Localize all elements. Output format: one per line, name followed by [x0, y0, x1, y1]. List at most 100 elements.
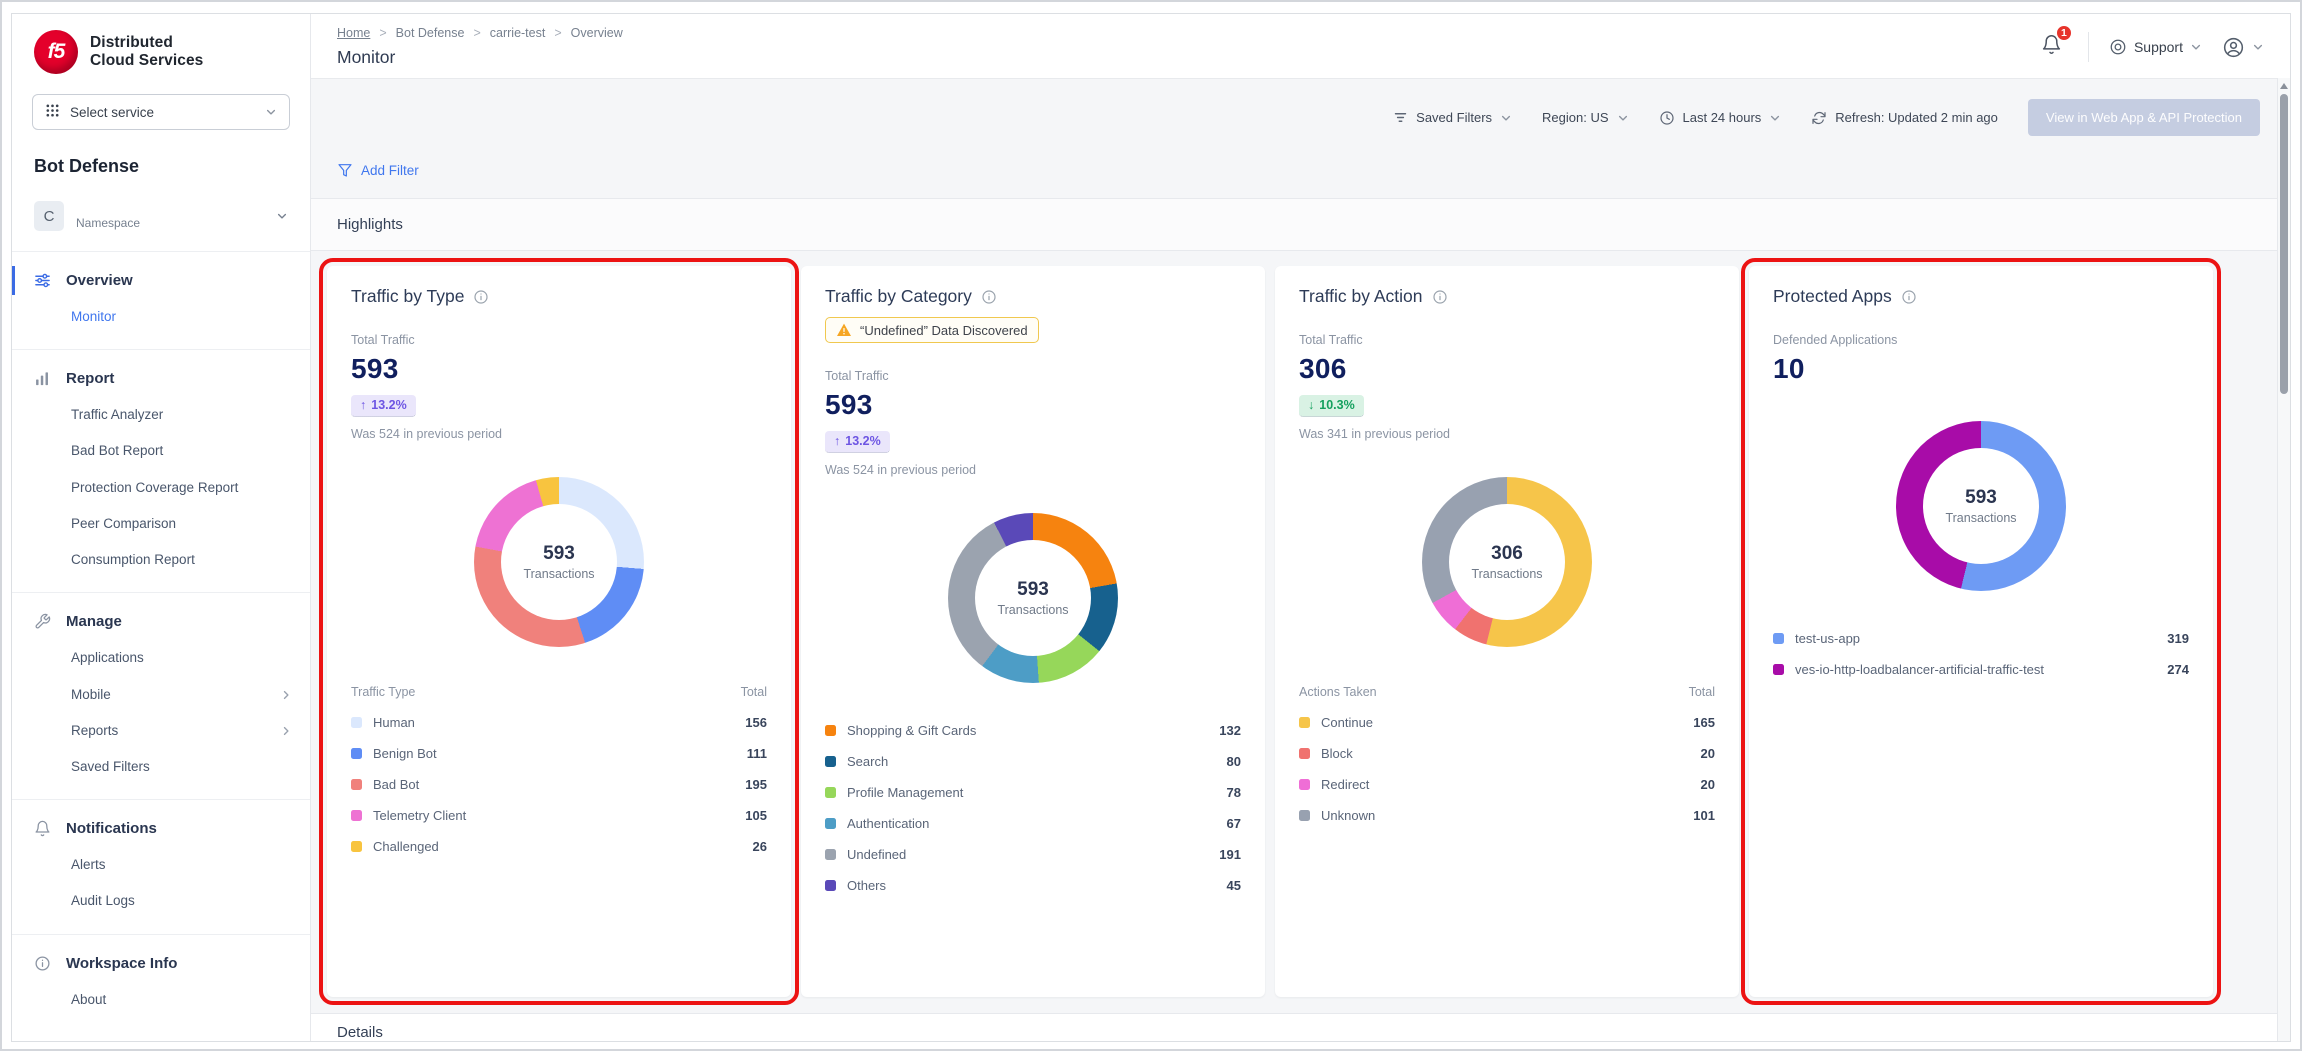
notifications-bell-button[interactable]: 1 [2035, 30, 2068, 64]
sidebar-item-applications[interactable]: Applications [12, 640, 310, 676]
legend-label-group: Shopping & Gift Cards [825, 723, 976, 738]
select-service-dropdown[interactable]: Select service [32, 94, 290, 130]
legend-label-group: Undefined [825, 847, 906, 862]
sidebar-item-notifications[interactable]: Notifications [12, 810, 310, 847]
vertical-scrollbar[interactable] [2277, 78, 2290, 1041]
delta-badge: ↑13.2% [825, 431, 890, 453]
legend-row-redirect[interactable]: Redirect20 [1299, 769, 1715, 800]
saved-filters-dropdown[interactable]: Saved Filters [1393, 110, 1512, 125]
account-menu[interactable] [2222, 36, 2264, 59]
legend-swatch [825, 787, 836, 798]
donut-center-label: Transactions [523, 567, 594, 581]
metric-block: Defended Applications10 [1773, 333, 2189, 385]
legend-label: Redirect [1321, 777, 1369, 792]
legend-value: 156 [745, 715, 767, 730]
donut-center-value: 593 [1017, 579, 1049, 601]
legend-row-bad-bot[interactable]: Bad Bot195 [351, 769, 767, 800]
sidebar-item-overview[interactable]: Overview [12, 262, 310, 299]
sidebar-item-audit-logs[interactable]: Audit Logs [12, 883, 310, 919]
legend-row-shopping-gift-cards[interactable]: Shopping & Gift Cards132 [825, 715, 1241, 746]
sidebar-item-manage[interactable]: Manage [12, 603, 310, 640]
arrow-down-icon: ↓ [1308, 398, 1314, 412]
product-title: Bot Defense [12, 130, 310, 177]
legend-row-telemetry-client[interactable]: Telemetry Client105 [351, 800, 767, 831]
support-menu[interactable]: Support [2109, 38, 2202, 56]
legend-row-human[interactable]: Human156 [351, 707, 767, 738]
sidebar-item-report[interactable]: Report [12, 360, 310, 397]
breadcrumb-bot-defense[interactable]: Bot Defense [396, 26, 465, 40]
time-range-dropdown[interactable]: Last 24 hours [1659, 110, 1782, 126]
scrollbar-thumb[interactable] [2280, 94, 2288, 394]
region-dropdown[interactable]: Region: US [1542, 110, 1628, 125]
sidebar-item-label: Audit Logs [71, 892, 135, 910]
legend-value: 45 [1227, 878, 1241, 893]
legend-row-block[interactable]: Block20 [1299, 738, 1715, 769]
sidebar-item-saved-filters[interactable]: Saved Filters [12, 749, 310, 785]
region-label: Region: US [1542, 110, 1608, 125]
brand-logo[interactable]: f5 Distributed Cloud Services [12, 14, 310, 84]
undefined-data-warning-pill: “Undefined” Data Discovered [825, 317, 1039, 343]
legend-row-continue[interactable]: Continue165 [1299, 707, 1715, 738]
sidebar-item-monitor[interactable]: Monitor [12, 299, 310, 335]
sidebar-item-mobile[interactable]: Mobile [12, 677, 310, 713]
legend-value: 191 [1219, 847, 1241, 862]
screenshot-frame: f5 Distributed Cloud Services Select ser… [0, 0, 2302, 1051]
breadcrumb-carrie-test[interactable]: carrie-test [490, 26, 546, 40]
scrollbar-up-arrow[interactable] [2280, 83, 2288, 89]
legend-row-authentication[interactable]: Authentication67 [825, 808, 1241, 839]
brand-name-line2: Cloud Services [90, 52, 203, 70]
legend-value: 20 [1701, 746, 1715, 761]
legend-row-undefined[interactable]: Undefined 191 [825, 839, 1241, 870]
breadcrumb-home[interactable]: Home [337, 26, 370, 40]
metric-value: 593 [825, 389, 1241, 421]
legend-label: Benign Bot [373, 746, 437, 761]
namespace-selector[interactable]: C Namespace [12, 177, 310, 251]
legend-swatch [351, 841, 362, 852]
legend-row-unknown[interactable]: Unknown101 [1299, 800, 1715, 831]
sidebar-item-bad-bot-report[interactable]: Bad Bot Report [12, 433, 310, 469]
legend-row-benign-bot[interactable]: Benign Bot111 [351, 738, 767, 769]
donut-center: 593Transactions [975, 540, 1091, 656]
legend-row-test-us-app[interactable]: test-us-app319 [1773, 623, 2189, 654]
sidebar-item-workspace-info[interactable]: Workspace Info [12, 945, 310, 982]
legend-value: 26 [753, 839, 767, 854]
arrow-up-icon: ↑ [834, 434, 840, 448]
legend: Traffic TypeTotalHuman156Benign Bot111Ba… [351, 679, 767, 862]
sidebar-item-reports[interactable]: Reports [12, 713, 310, 749]
card-title: Traffic by Action [1299, 286, 1423, 307]
workspace-info-icon [34, 955, 51, 972]
sidebar-item-alerts[interactable]: Alerts [12, 847, 310, 883]
donut-center-label: Transactions [1945, 511, 2016, 525]
legend-row-challenged[interactable]: Challenged26 [351, 831, 767, 862]
breadcrumb-overview[interactable]: Overview [571, 26, 623, 40]
info-icon [1432, 289, 1448, 305]
sidebar-item-traffic-analyzer[interactable]: Traffic Analyzer [12, 397, 310, 433]
add-filter-button[interactable]: Add Filter [311, 136, 2290, 198]
legend-label: Unknown [1321, 808, 1375, 823]
legend-label: Telemetry Client [373, 808, 466, 823]
support-label: Support [2134, 39, 2183, 55]
legend-row-search[interactable]: Search80 [825, 746, 1241, 777]
legend-value: 319 [2167, 631, 2189, 646]
legend-row-ves-io-http-loadbalancer-artificial-traffic-test[interactable]: ves-io-http-loadbalancer-artificial-traf… [1773, 654, 2189, 685]
sidebar-item-about[interactable]: About [12, 982, 310, 1018]
time-range-label: Last 24 hours [1683, 110, 1762, 125]
chevron-down-icon [1500, 112, 1512, 124]
grid-icon [45, 103, 60, 121]
legend-label: ves-io-http-loadbalancer-artificial-traf… [1795, 662, 2044, 677]
overview-icon [34, 272, 51, 289]
delta-badge: ↓10.3% [1299, 395, 1364, 417]
sidebar-item-protection-coverage-report[interactable]: Protection Coverage Report [12, 470, 310, 506]
sidebar-item-label: Alerts [71, 856, 106, 874]
view-in-waap-button[interactable]: View in Web App & API Protection [2028, 99, 2260, 136]
legend-row-profile-management[interactable]: Profile Management78 [825, 777, 1241, 808]
legend-label-group: Others [825, 878, 886, 893]
funnel-icon [337, 162, 353, 178]
legend-row-others[interactable]: Others 45 [825, 870, 1241, 901]
breadcrumb-separator: > [473, 26, 480, 40]
refresh-button[interactable]: Refresh: Updated 2 min ago [1811, 110, 1998, 126]
donut-center-label: Transactions [1471, 567, 1542, 581]
sidebar-item-peer-comparison[interactable]: Peer Comparison [12, 506, 310, 542]
sidebar-nav: OverviewMonitor ReportTraffic AnalyzerBad… [12, 251, 310, 1032]
sidebar-item-consumption-report[interactable]: Consumption Report [12, 542, 310, 578]
